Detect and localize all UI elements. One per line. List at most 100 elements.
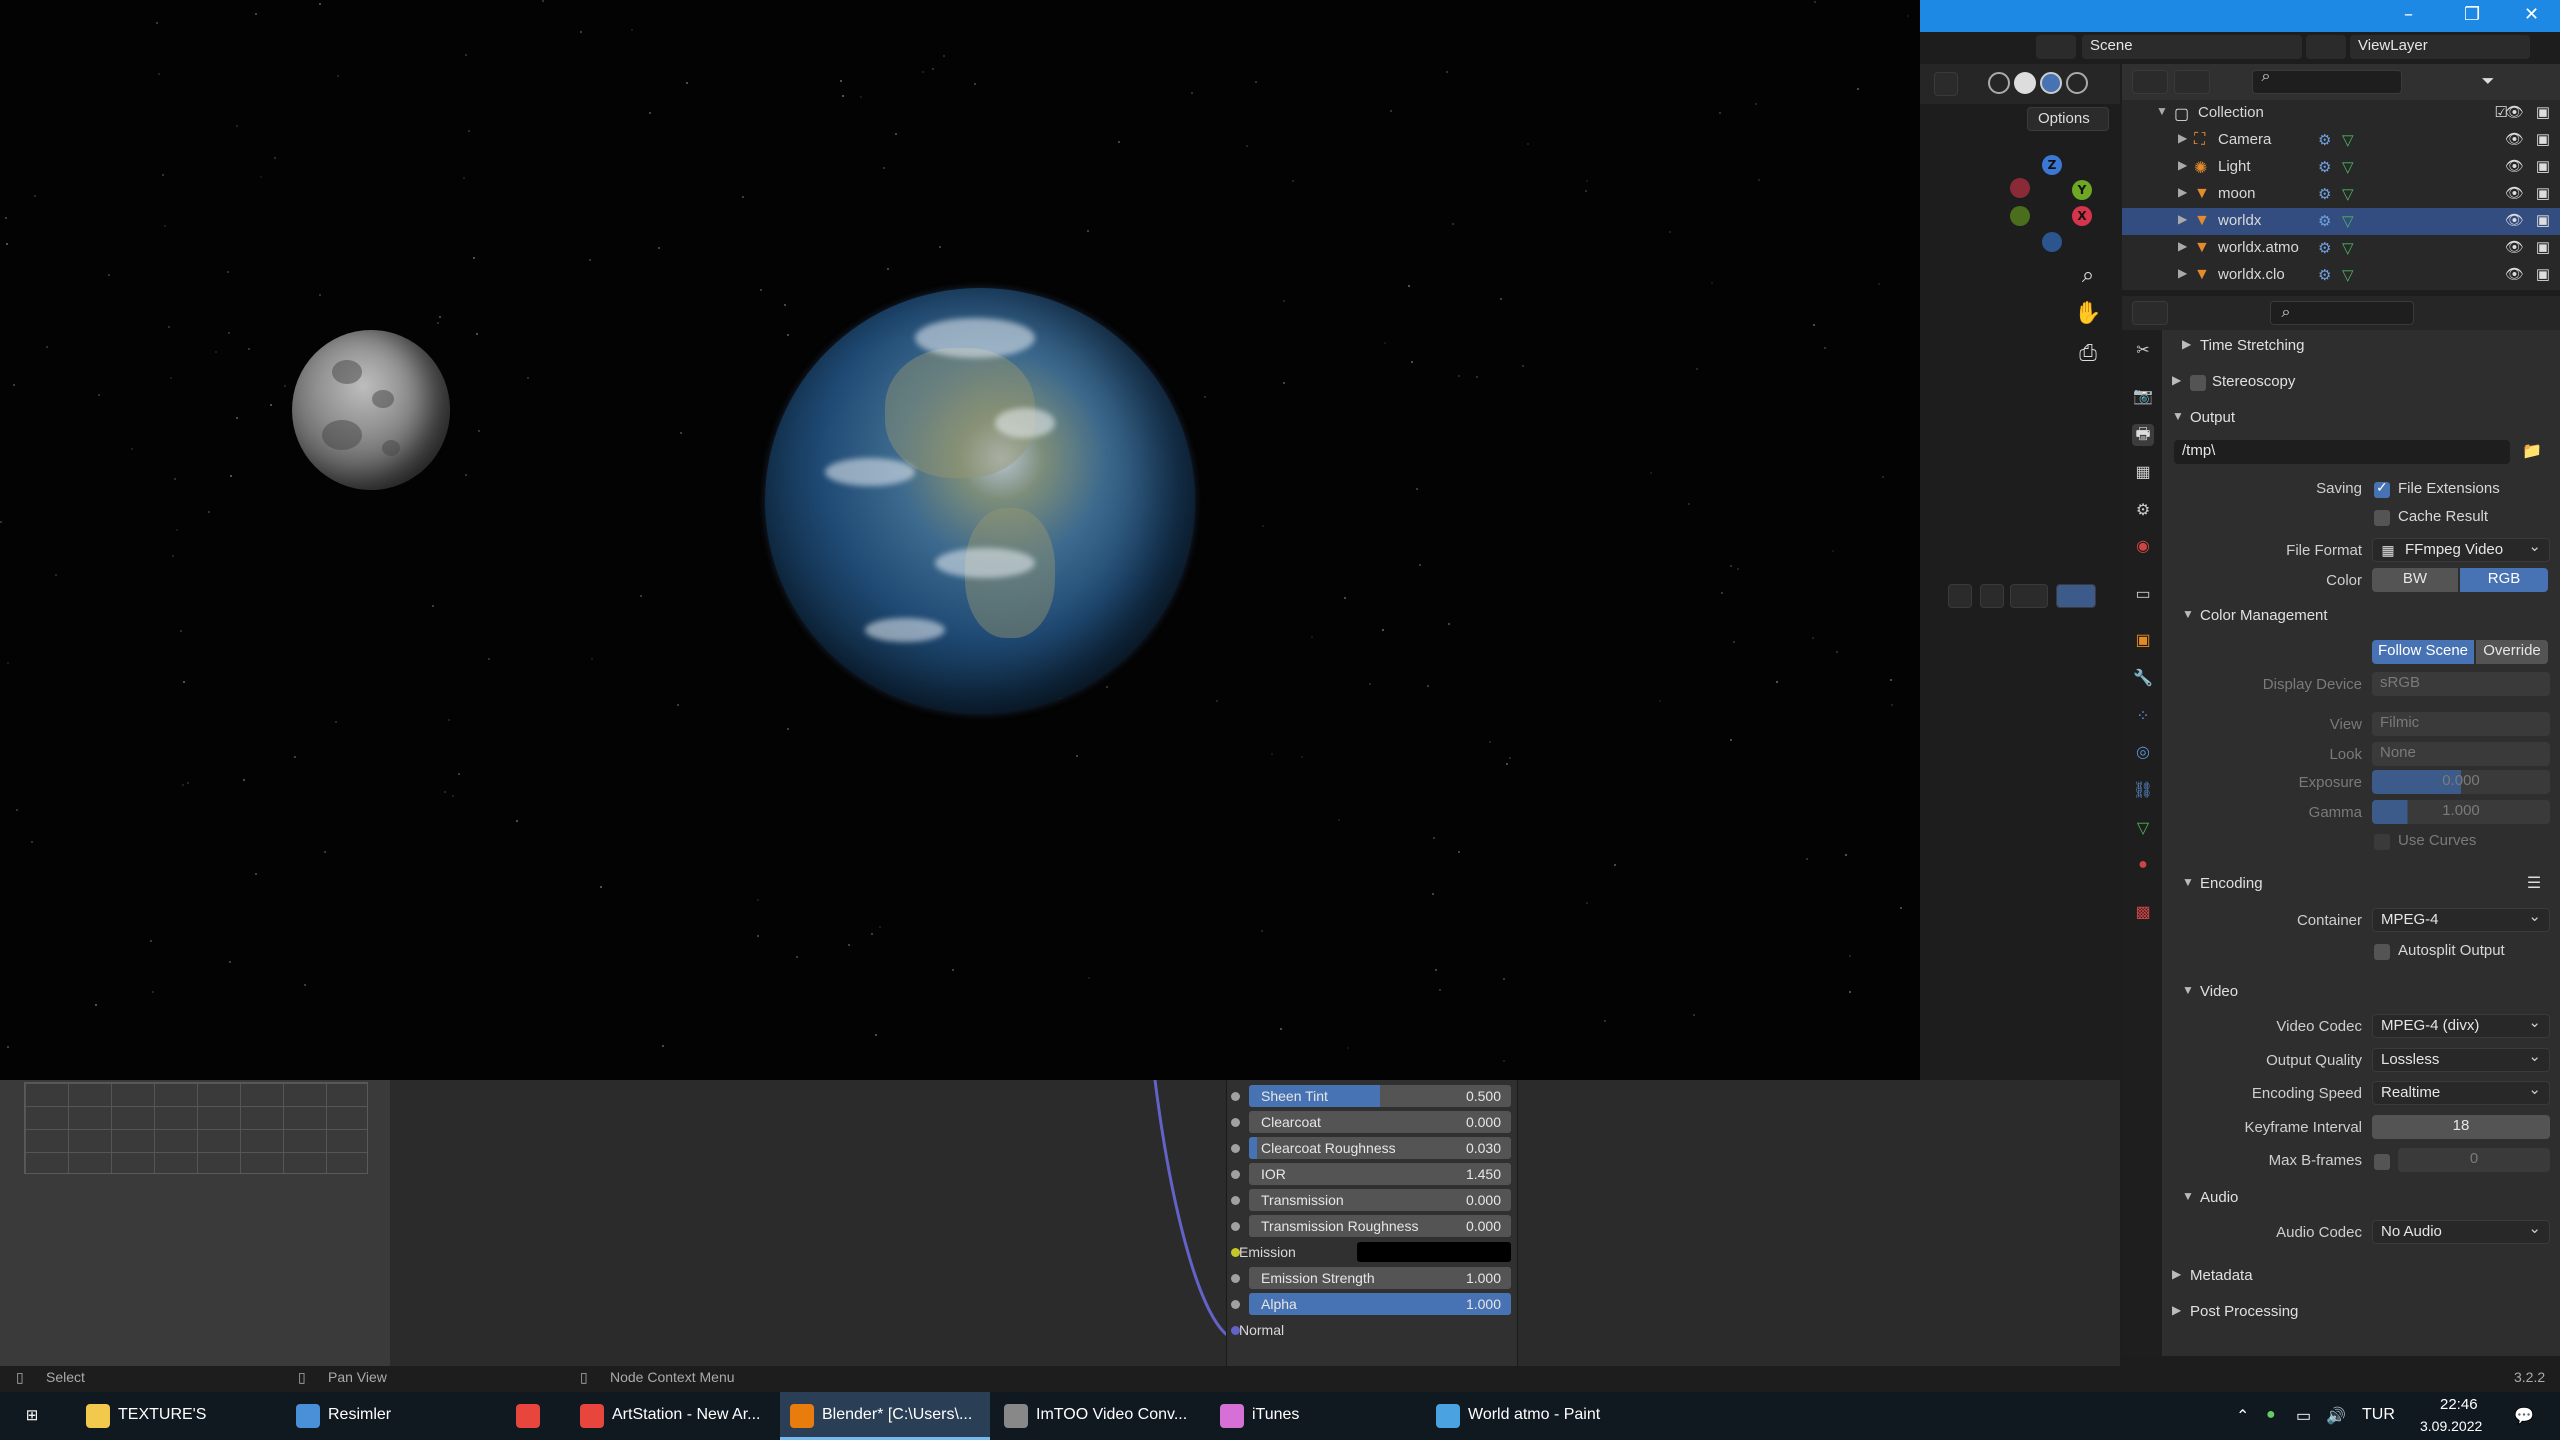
viewlayer-name-field[interactable]: ViewLayer [2350,35,2530,59]
node-value-slider[interactable]: Clearcoat Roughness 0.030 [1249,1137,1511,1159]
tray-app-icon[interactable]: ● [2266,1406,2276,1424]
eye-icon[interactable]: 👁 [2505,238,2524,256]
modifier-icon[interactable]: ⚙ [2318,266,2331,284]
network-icon[interactable]: ▭ [2296,1406,2311,1426]
mesh-data-icon[interactable]: ▽ [2342,266,2354,284]
taskbar-app-button[interactable] [506,1392,556,1440]
outliner-item-row[interactable]: ▶ ▼ moon ⚙ ▽ 👁 ▣ [2122,181,2560,208]
render-camera-icon[interactable]: ▣ [2536,265,2550,283]
close-icon[interactable]: ✕ [2524,4,2539,25]
output-tab-icon[interactable]: 🖶 [2132,424,2154,446]
notification-icon[interactable]: 💬 [2514,1406,2534,1426]
tray-expand-icon[interactable]: ⌃ [2236,1406,2249,1426]
gizmo-x-axis[interactable]: X [2072,206,2092,226]
eye-icon[interactable]: 👁 [2505,157,2524,175]
cache-result-checkbox[interactable] [2374,510,2390,526]
output-quality-dropdown[interactable]: Lossless [2372,1047,2550,1072]
collection-tab-icon[interactable]: ▭ [2132,584,2154,606]
expand-triangle-icon[interactable]: ▶ [2178,212,2187,226]
zoom-icon[interactable]: ⌕ [2074,262,2102,290]
expand-triangle-icon[interactable]: ▼ [2156,104,2168,118]
video-panel[interactable]: ▼ Video [2164,976,2560,1010]
socket-dot[interactable] [1231,1118,1240,1127]
node-value-slider[interactable]: Sheen Tint 0.500 [1249,1085,1511,1107]
volume-icon[interactable]: 🔊 [2326,1406,2346,1426]
eye-icon[interactable]: 👁 [2505,103,2524,121]
outliner-item-row[interactable]: ▶ ▼ worldx ⚙ ▽ 👁 ▣ [2122,208,2560,235]
eye-icon[interactable]: 👁 [2505,211,2524,229]
tool-tab-icon[interactable]: ✂ [2132,340,2154,362]
folder-icon[interactable]: 📁 [2518,438,2546,466]
outliner-item-row[interactable]: ▶ ✺ Light ⚙ ▽ 👁 ▣ [2122,154,2560,181]
autosplit-checkbox[interactable] [2374,944,2390,960]
mesh-data-icon[interactable]: ▽ [2342,185,2354,203]
taskbar-app-button[interactable]: Blender* [C:\Users\... [780,1392,990,1440]
output-panel[interactable]: ▼ Output [2164,402,2560,436]
socket-dot[interactable] [1231,1144,1240,1153]
modifier-icon[interactable]: ⚙ [2318,158,2331,176]
node-socket-alpha[interactable]: Alpha 1.000 [1227,1292,1519,1316]
shader-node-editor[interactable]: Sheen Tint 0.500 Clearcoat 0.000 Clearcoat R… [0,1080,2120,1366]
scene-name-field[interactable]: Scene [2082,35,2302,59]
node-socket-row[interactable]: Transmission Roughness 0.000 [1227,1214,1519,1238]
taskbar-app-button[interactable]: ImTOO Video Conv... [994,1392,1204,1440]
audio-panel[interactable]: ▼ Audio [2164,1182,2560,1216]
taskbar-app-button[interactable]: TEXTURE'S [76,1392,276,1440]
mesh-data-icon[interactable]: ▽ [2342,239,2354,257]
render-camera-icon[interactable]: ▣ [2536,157,2550,175]
solid-shading-button[interactable] [2014,72,2036,94]
gizmo-neg-y[interactable] [2010,206,2030,226]
outliner-item-row[interactable]: ▶ ▼ worldx.atmo ⚙ ▽ 👁 ▣ [2122,235,2560,262]
render-camera-icon[interactable]: ▣ [2536,103,2550,121]
node-socket-row[interactable]: IOR 1.450 [1227,1162,1519,1186]
post-processing-panel[interactable]: ▶ Post Processing [2164,1296,2560,1330]
node-socket-row[interactable]: Clearcoat 0.000 [1227,1110,1519,1134]
world-tab-icon[interactable]: ◉ [2132,536,2154,558]
gizmo-z-axis[interactable]: Z [2042,155,2062,175]
outliner-display-mode-dropdown[interactable] [2132,70,2168,94]
render-camera-icon[interactable]: ▣ [2536,130,2550,148]
video-codec-dropdown[interactable]: MPEG-4 (divx) [2372,1013,2550,1038]
filter-icon[interactable]: ⏷ [2474,68,2502,96]
camera-view-icon[interactable]: ⎙ [2074,340,2102,368]
node-socket-normal[interactable]: Normal [1227,1318,1519,1342]
color-bw-toggle[interactable]: BW [2372,568,2458,592]
xray-toggle[interactable] [1934,72,1958,96]
expand-triangle-icon[interactable]: ▶ [2178,158,2187,172]
rendered-shading-button[interactable] [2066,72,2088,94]
particles-tab-icon[interactable]: ⁘ [2132,706,2154,728]
maximize-icon[interactable]: ❐ [2464,4,2480,25]
follow-scene-toggle[interactable]: Follow Scene [2372,640,2474,664]
expand-triangle-icon[interactable]: ▶ [2178,131,2187,145]
node-socket-emission[interactable]: Emission [1227,1240,1519,1264]
socket-dot[interactable] [1231,1274,1240,1283]
node-value-slider[interactable]: Transmission 0.000 [1249,1189,1511,1211]
texture-tab-icon[interactable]: ▩ [2132,902,2154,924]
socket-dot[interactable] [1231,1170,1240,1179]
taskbar-app-button[interactable]: World atmo - Paint [1426,1392,1656,1440]
keyframe-interval-input[interactable]: 18 [2372,1115,2550,1139]
taskbar-app-button[interactable]: Resimler [286,1392,486,1440]
color-management-panel[interactable]: ▼ Color Management [2164,600,2560,634]
node-socket-row[interactable]: Sheen Tint 0.500 [1227,1084,1519,1108]
override-toggle[interactable]: Override [2476,640,2548,664]
encoding-speed-dropdown[interactable]: Realtime [2372,1080,2550,1105]
taskbar-app-button[interactable]: ArtStation - New Ar... [570,1392,770,1440]
emission-strength-slider[interactable]: Emission Strength 1.000 [1249,1267,1511,1289]
outliner-item-row[interactable]: ▶ ⛶ Camera ⚙ ▽ 👁 ▣ [2122,127,2560,154]
socket-dot[interactable] [1231,1196,1240,1205]
material-tab-icon[interactable]: ● [2132,854,2154,876]
stereoscopy-panel[interactable]: ▶ Stereoscopy [2164,366,2560,400]
node-value-slider[interactable]: Transmission Roughness 0.000 [1249,1215,1511,1237]
outliner-item-row[interactable]: ▶ ▼ worldx.clo ⚙ ▽ 👁 ▣ [2122,262,2560,289]
data-tab-icon[interactable]: ▽ [2132,818,2154,840]
render-tab-icon[interactable]: 📷 [2132,386,2154,408]
gizmo-y-axis[interactable]: Y [2072,180,2092,200]
socket-dot[interactable] [1231,1222,1240,1231]
alpha-slider[interactable]: Alpha 1.000 [1249,1293,1511,1315]
gizmo-neg-x[interactable] [2010,178,2030,198]
wireframe-shading-button[interactable] [1988,72,2010,94]
overlays-dropdown[interactable] [2056,584,2096,608]
windows-start-icon[interactable]: ⊞ [20,1404,44,1428]
node-socket-emission-strength[interactable]: Emission Strength 1.000 [1227,1266,1519,1290]
